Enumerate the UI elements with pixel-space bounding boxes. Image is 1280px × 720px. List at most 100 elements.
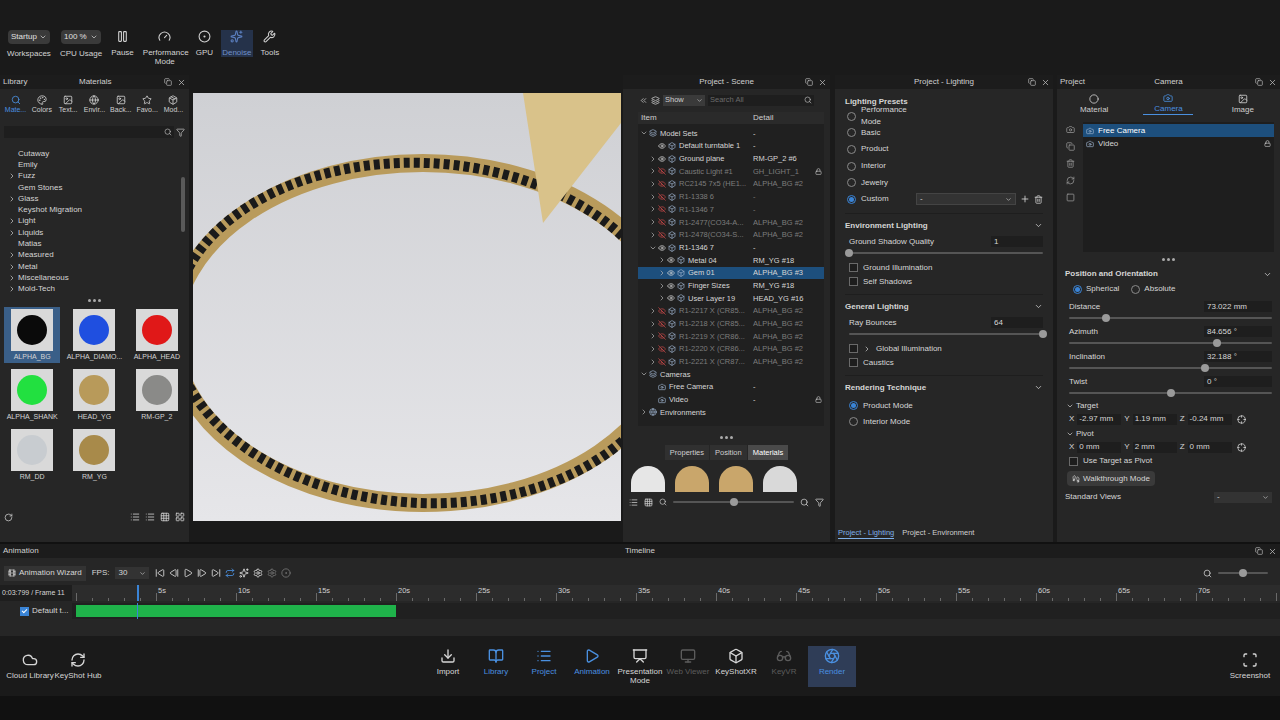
preset-radio[interactable]	[847, 128, 856, 137]
option-checkbox[interactable]	[849, 344, 858, 353]
mode-option[interactable]: Absolute	[1131, 283, 1175, 295]
hidden-icon[interactable]	[658, 332, 666, 340]
preset-radio[interactable]	[847, 112, 856, 121]
library-tab[interactable]: Favo...	[135, 95, 160, 114]
toolbar-item[interactable]: Tools	[260, 30, 281, 57]
scene-row[interactable]: Environments	[638, 406, 824, 419]
preset-option[interactable]: Custom-	[845, 191, 1043, 208]
tree-item[interactable]: Matias	[8, 238, 181, 249]
material-swatch[interactable]	[675, 466, 709, 492]
filter-icon[interactable]	[815, 498, 824, 507]
timeline-zoom-slider[interactable]	[1218, 568, 1268, 578]
visible-icon[interactable]	[658, 142, 666, 150]
dock-item[interactable]: Render	[808, 646, 856, 687]
scene-row[interactable]: R1-2218 X (CR85...ALPHA_BG #2	[638, 317, 824, 330]
keyframe-icon[interactable]	[239, 568, 249, 578]
playhead[interactable]	[137, 585, 139, 601]
material-swatch[interactable]	[719, 466, 753, 492]
options-icon[interactable]	[267, 568, 277, 578]
scene-search[interactable]: Search All	[708, 95, 814, 106]
checkbox-row[interactable]: Global Illumination	[845, 342, 1043, 356]
expanded-icon[interactable]	[1066, 430, 1074, 438]
scene-row[interactable]: Caustic Light #1GH_LIGHT_1	[638, 165, 824, 178]
undock-icon[interactable]	[805, 78, 813, 86]
toolbar-item[interactable]: GPU	[195, 30, 214, 57]
coordinate-field[interactable]: -0.24 mm	[1188, 414, 1232, 425]
visible-icon[interactable]	[667, 282, 675, 290]
filter-icon[interactable]	[176, 128, 185, 137]
material-thumbnail[interactable]: RM-GP_2	[129, 367, 185, 423]
scene-tab[interactable]: Properties	[665, 445, 709, 460]
close-icon[interactable]	[1268, 547, 1277, 556]
visible-icon[interactable]	[658, 244, 666, 252]
undock-icon[interactable]	[1028, 78, 1036, 86]
add-preset-icon[interactable]	[1020, 194, 1030, 204]
large-grid-icon[interactable]	[175, 512, 185, 522]
walkthrough-button[interactable]: Walkthrough Mode	[1067, 471, 1155, 486]
radio-row[interactable]: Interior Mode	[845, 414, 1043, 430]
technique-radio[interactable]	[849, 417, 858, 426]
expand-icon[interactable]	[8, 274, 16, 282]
dock-item[interactable]: Library	[472, 646, 520, 687]
viewport[interactable]	[193, 75, 621, 542]
hidden-icon[interactable]	[658, 180, 666, 188]
camera-slider[interactable]	[1069, 388, 1272, 398]
scene-tab[interactable]: Position	[710, 445, 747, 460]
visible-icon[interactable]	[658, 155, 666, 163]
preset-option[interactable]: Jewelry	[845, 174, 1043, 191]
tree-item[interactable]: Fuzz	[8, 171, 181, 182]
scene-tab[interactable]: Materials	[748, 445, 788, 460]
skip-forward-icon[interactable]	[211, 568, 221, 578]
checkbox-row[interactable]: Ground Illumination	[845, 261, 1043, 275]
technique-radio[interactable]	[849, 401, 858, 410]
scene-row[interactable]: R1-2477(CO34-A...ALPHA_BG #2	[638, 216, 824, 229]
scene-row[interactable]: R1-2217 X (CR85...ALPHA_BG #2	[638, 305, 824, 318]
toolbar-dropdown[interactable]: Startup	[8, 30, 50, 44]
toolbar-item[interactable]: Performance Mode	[142, 30, 188, 66]
value-field[interactable]: 64	[991, 317, 1043, 328]
library-tab[interactable]: Envir...	[82, 95, 107, 114]
preset-option[interactable]: Basic	[845, 125, 1043, 142]
list-view-icon[interactable]	[130, 512, 140, 522]
track-checkbox[interactable]	[20, 607, 29, 616]
custom-preset-dropdown[interactable]: -	[916, 193, 1016, 205]
value-field[interactable]: 84.656 °	[1204, 326, 1272, 337]
tree-item[interactable]: Cutaway	[8, 148, 181, 159]
material-thumbnail[interactable]: ALPHA_BG	[4, 307, 60, 363]
dock-item[interactable]: Cloud Library	[6, 650, 54, 682]
preset-option[interactable]: Performance Mode	[845, 108, 1043, 125]
toolbar-item[interactable]: Pause	[110, 30, 135, 57]
record-icon[interactable]	[281, 568, 291, 578]
scene-row[interactable]: Free Camera-	[638, 381, 824, 394]
library-tab[interactable]: Colors	[29, 95, 54, 114]
material-thumbnail[interactable]: RM_DD	[4, 427, 60, 483]
checkbox-row[interactable]: Caustics	[845, 356, 1043, 370]
collapsed-icon[interactable]	[658, 256, 666, 264]
dock-item[interactable]: KeyShotXR	[712, 646, 760, 687]
mode-radio[interactable]	[1073, 285, 1082, 294]
coordinate-field[interactable]: -2.97 mm	[1077, 414, 1121, 425]
option-checkbox[interactable]	[849, 277, 858, 286]
visible-icon[interactable]	[667, 294, 675, 302]
grid-icon[interactable]	[644, 498, 653, 507]
scene-row[interactable]: R1-1338 6-	[638, 190, 824, 203]
preset-radio[interactable]	[847, 195, 856, 204]
undock-icon[interactable]	[164, 78, 172, 86]
layers-icon[interactable]	[651, 96, 660, 105]
collapsed-icon[interactable]	[649, 193, 657, 201]
preset-option[interactable]: Product	[845, 141, 1043, 158]
value-field[interactable]: 0 °	[1204, 376, 1272, 387]
material-thumbnail[interactable]: ALPHA_SHANK	[4, 367, 60, 423]
material-thumbnail[interactable]: ALPHA_HEAD	[129, 307, 185, 363]
dock-item[interactable]: Presentation Mode	[616, 646, 664, 687]
scene-row[interactable]: R1-1346 7-	[638, 203, 824, 216]
time-ruler[interactable]: 5s10s15s20s25s30s35s40s45s50s55s60s65s70…	[72, 585, 1280, 601]
hidden-icon[interactable]	[658, 231, 666, 239]
collapsed-icon[interactable]	[649, 167, 657, 175]
scene-row[interactable]: Metal 04RM_YG #18	[638, 254, 824, 267]
section-header[interactable]: Rendering Technique	[845, 382, 1043, 394]
camera-slider[interactable]	[1069, 363, 1272, 373]
material-swatch[interactable]	[763, 466, 797, 492]
hidden-icon[interactable]	[658, 307, 666, 315]
tree-item[interactable]: Liquids	[8, 227, 181, 238]
